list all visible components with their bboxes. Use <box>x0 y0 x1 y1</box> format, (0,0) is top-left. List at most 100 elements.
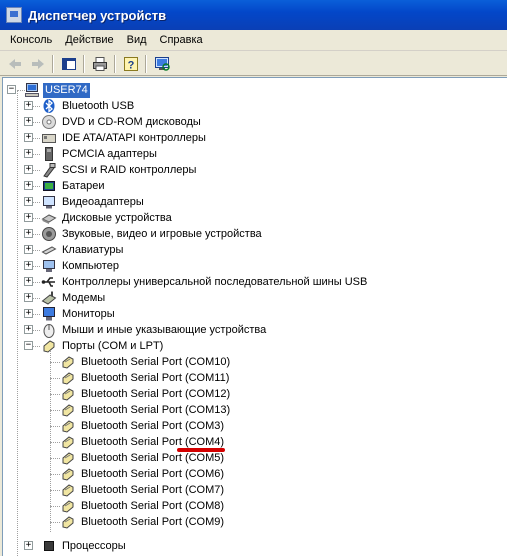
tree-category-row[interactable]: + IDE ATA/ATAPI контроллеры <box>7 130 208 146</box>
menu-view[interactable]: Вид <box>121 31 153 50</box>
tree-line <box>50 362 60 363</box>
tree-category-row[interactable]: + Контроллеры универсальной последователь… <box>7 274 369 290</box>
port-device-label: Bluetooth Serial Port (COM5) <box>81 451 225 464</box>
expand-toggle[interactable]: + <box>24 133 33 142</box>
tree-category-label: SCSI и RAID контроллеры <box>62 163 197 176</box>
tree-category-row[interactable]: + Компьютер <box>7 258 121 274</box>
port-device-row[interactable]: Bluetooth Serial Port (COM5) <box>60 450 226 466</box>
serial-port-icon <box>60 354 76 370</box>
tree-category-label: IDE ATA/ATAPI контроллеры <box>62 131 206 144</box>
expand-toggle[interactable]: + <box>24 325 33 334</box>
serial-port-icon <box>60 386 76 402</box>
bluetooth-icon <box>41 98 57 114</box>
tree-category-label: Мониторы <box>62 307 115 320</box>
expand-toggle[interactable]: + <box>24 309 33 318</box>
tree-category-row[interactable]: + Мыши и иные указывающие устройства <box>7 322 268 338</box>
svg-text:?: ? <box>128 59 135 71</box>
port-device-row[interactable]: Bluetooth Serial Port (COM10) <box>60 354 232 370</box>
expand-toggle[interactable]: + <box>24 277 33 286</box>
expand-toggle[interactable]: + <box>24 245 33 254</box>
menu-bar: Консоль Действие Вид Справка <box>0 30 507 51</box>
tree-category-row[interactable]: + Модемы <box>7 290 107 306</box>
menu-help[interactable]: Справка <box>154 31 209 50</box>
expand-toggle[interactable]: + <box>24 101 33 110</box>
processor-icon <box>41 538 57 554</box>
tree-line <box>50 394 60 395</box>
port-device-row[interactable]: Bluetooth Serial Port (COM8) <box>60 498 226 514</box>
collapse-toggle[interactable]: − <box>7 85 16 94</box>
tree-category-row[interactable]: + Дисковые устройства <box>7 210 174 226</box>
window-title: Диспетчер устройств <box>28 7 167 23</box>
toolbar-separator <box>83 54 85 73</box>
disk-drive-icon <box>41 210 57 226</box>
tree-category-label: Порты (COM и LPT) <box>62 339 164 352</box>
tree-line <box>50 522 60 523</box>
tree-line <box>50 506 60 507</box>
expand-toggle[interactable]: + <box>24 261 33 270</box>
tree-category-row[interactable]: + Процессоры <box>7 538 128 554</box>
port-device-row[interactable]: Bluetooth Serial Port (COM3) <box>60 418 226 434</box>
tree-category-label: Процессоры <box>62 539 126 552</box>
port-device-row[interactable]: Bluetooth Serial Port (COM12) <box>60 386 232 402</box>
expand-toggle[interactable]: + <box>24 213 33 222</box>
tree-category-row[interactable]: − Порты (COM и LPT) <box>7 338 165 354</box>
usb-icon <box>41 274 57 290</box>
menu-console[interactable]: Консоль <box>4 31 58 50</box>
tree-category-label: Клавиатуры <box>62 243 124 256</box>
menu-action[interactable]: Действие <box>59 31 119 50</box>
serial-port-icon <box>60 418 76 434</box>
toolbar: ? <box>0 52 507 76</box>
tree-category-row[interactable]: + Bluetooth USB <box>7 98 136 114</box>
back-arrow-icon[interactable] <box>4 54 26 74</box>
expand-toggle[interactable]: + <box>24 181 33 190</box>
expand-toggle[interactable]: + <box>24 293 33 302</box>
title-bar: Диспетчер устройств <box>0 0 507 30</box>
serial-port-icon <box>60 498 76 514</box>
port-device-row[interactable]: Bluetooth Serial Port (COM13) <box>60 402 232 418</box>
tree-category-row[interactable]: + PCMCIA адаптеры <box>7 146 159 162</box>
expand-toggle[interactable]: + <box>24 165 33 174</box>
expand-toggle[interactable]: + <box>24 541 33 550</box>
port-device-label: Bluetooth Serial Port (COM12) <box>81 387 231 400</box>
collapse-toggle[interactable]: − <box>24 341 33 350</box>
port-device-row[interactable]: Bluetooth Serial Port (COM9) <box>60 514 226 530</box>
tree-category-row[interactable]: + DVD и CD-ROM дисководы <box>7 114 203 130</box>
port-device-row[interactable]: Bluetooth Serial Port (COM7) <box>60 482 226 498</box>
tree-category-label: Bluetooth USB <box>62 99 135 112</box>
port-device-row[interactable]: Bluetooth Serial Port (COM11) <box>60 370 231 386</box>
cdrom-icon <box>41 114 57 130</box>
pcmcia-icon <box>41 146 57 162</box>
port-device-label: Bluetooth Serial Port (COM8) <box>81 499 225 512</box>
mouse-icon <box>41 322 57 338</box>
expand-toggle[interactable]: + <box>24 229 33 238</box>
tree-category-row[interactable]: + Батареи <box>7 178 107 194</box>
tree-category-row[interactable]: + Клавиатуры <box>7 242 125 258</box>
device-tree[interactable]: − USER74 + Bluetooth USB + DVD и CD-ROM дис… <box>2 77 507 556</box>
expand-toggle[interactable]: + <box>24 117 33 126</box>
show-hide-tree-icon[interactable] <box>58 54 80 74</box>
tree-root-row[interactable]: − USER74 <box>7 82 90 98</box>
serial-port-icon <box>60 482 76 498</box>
tree-category-label: DVD и CD-ROM дисководы <box>62 115 201 128</box>
print-icon[interactable] <box>89 54 111 74</box>
keyboard-icon <box>41 242 57 258</box>
scan-hardware-icon[interactable] <box>151 54 173 74</box>
port-device-label: Bluetooth Serial Port (COM9) <box>81 515 225 528</box>
tree-category-row[interactable]: + Мониторы <box>7 306 117 322</box>
tree-line <box>50 410 60 411</box>
tree-category-row[interactable]: + SCSI и RAID контроллеры <box>7 162 198 178</box>
forward-arrow-icon[interactable] <box>27 54 49 74</box>
toolbar-separator <box>114 54 116 73</box>
tree-category-label: Компьютер <box>62 259 119 272</box>
battery-icon <box>41 178 57 194</box>
tree-category-row[interactable]: + Видеоадаптеры <box>7 194 146 210</box>
port-device-row[interactable]: Bluetooth Serial Port (COM6) <box>60 466 226 482</box>
tree-category-row[interactable]: + Звуковые, видео и игровые устройства <box>7 226 264 242</box>
serial-port-icon <box>60 370 76 386</box>
port-device-label: Bluetooth Serial Port (COM10) <box>81 355 231 368</box>
expand-toggle[interactable]: + <box>24 149 33 158</box>
help-properties-icon[interactable]: ? <box>120 54 142 74</box>
tree-line <box>50 458 60 459</box>
expand-toggle[interactable]: + <box>24 197 33 206</box>
computer-icon <box>24 82 40 98</box>
